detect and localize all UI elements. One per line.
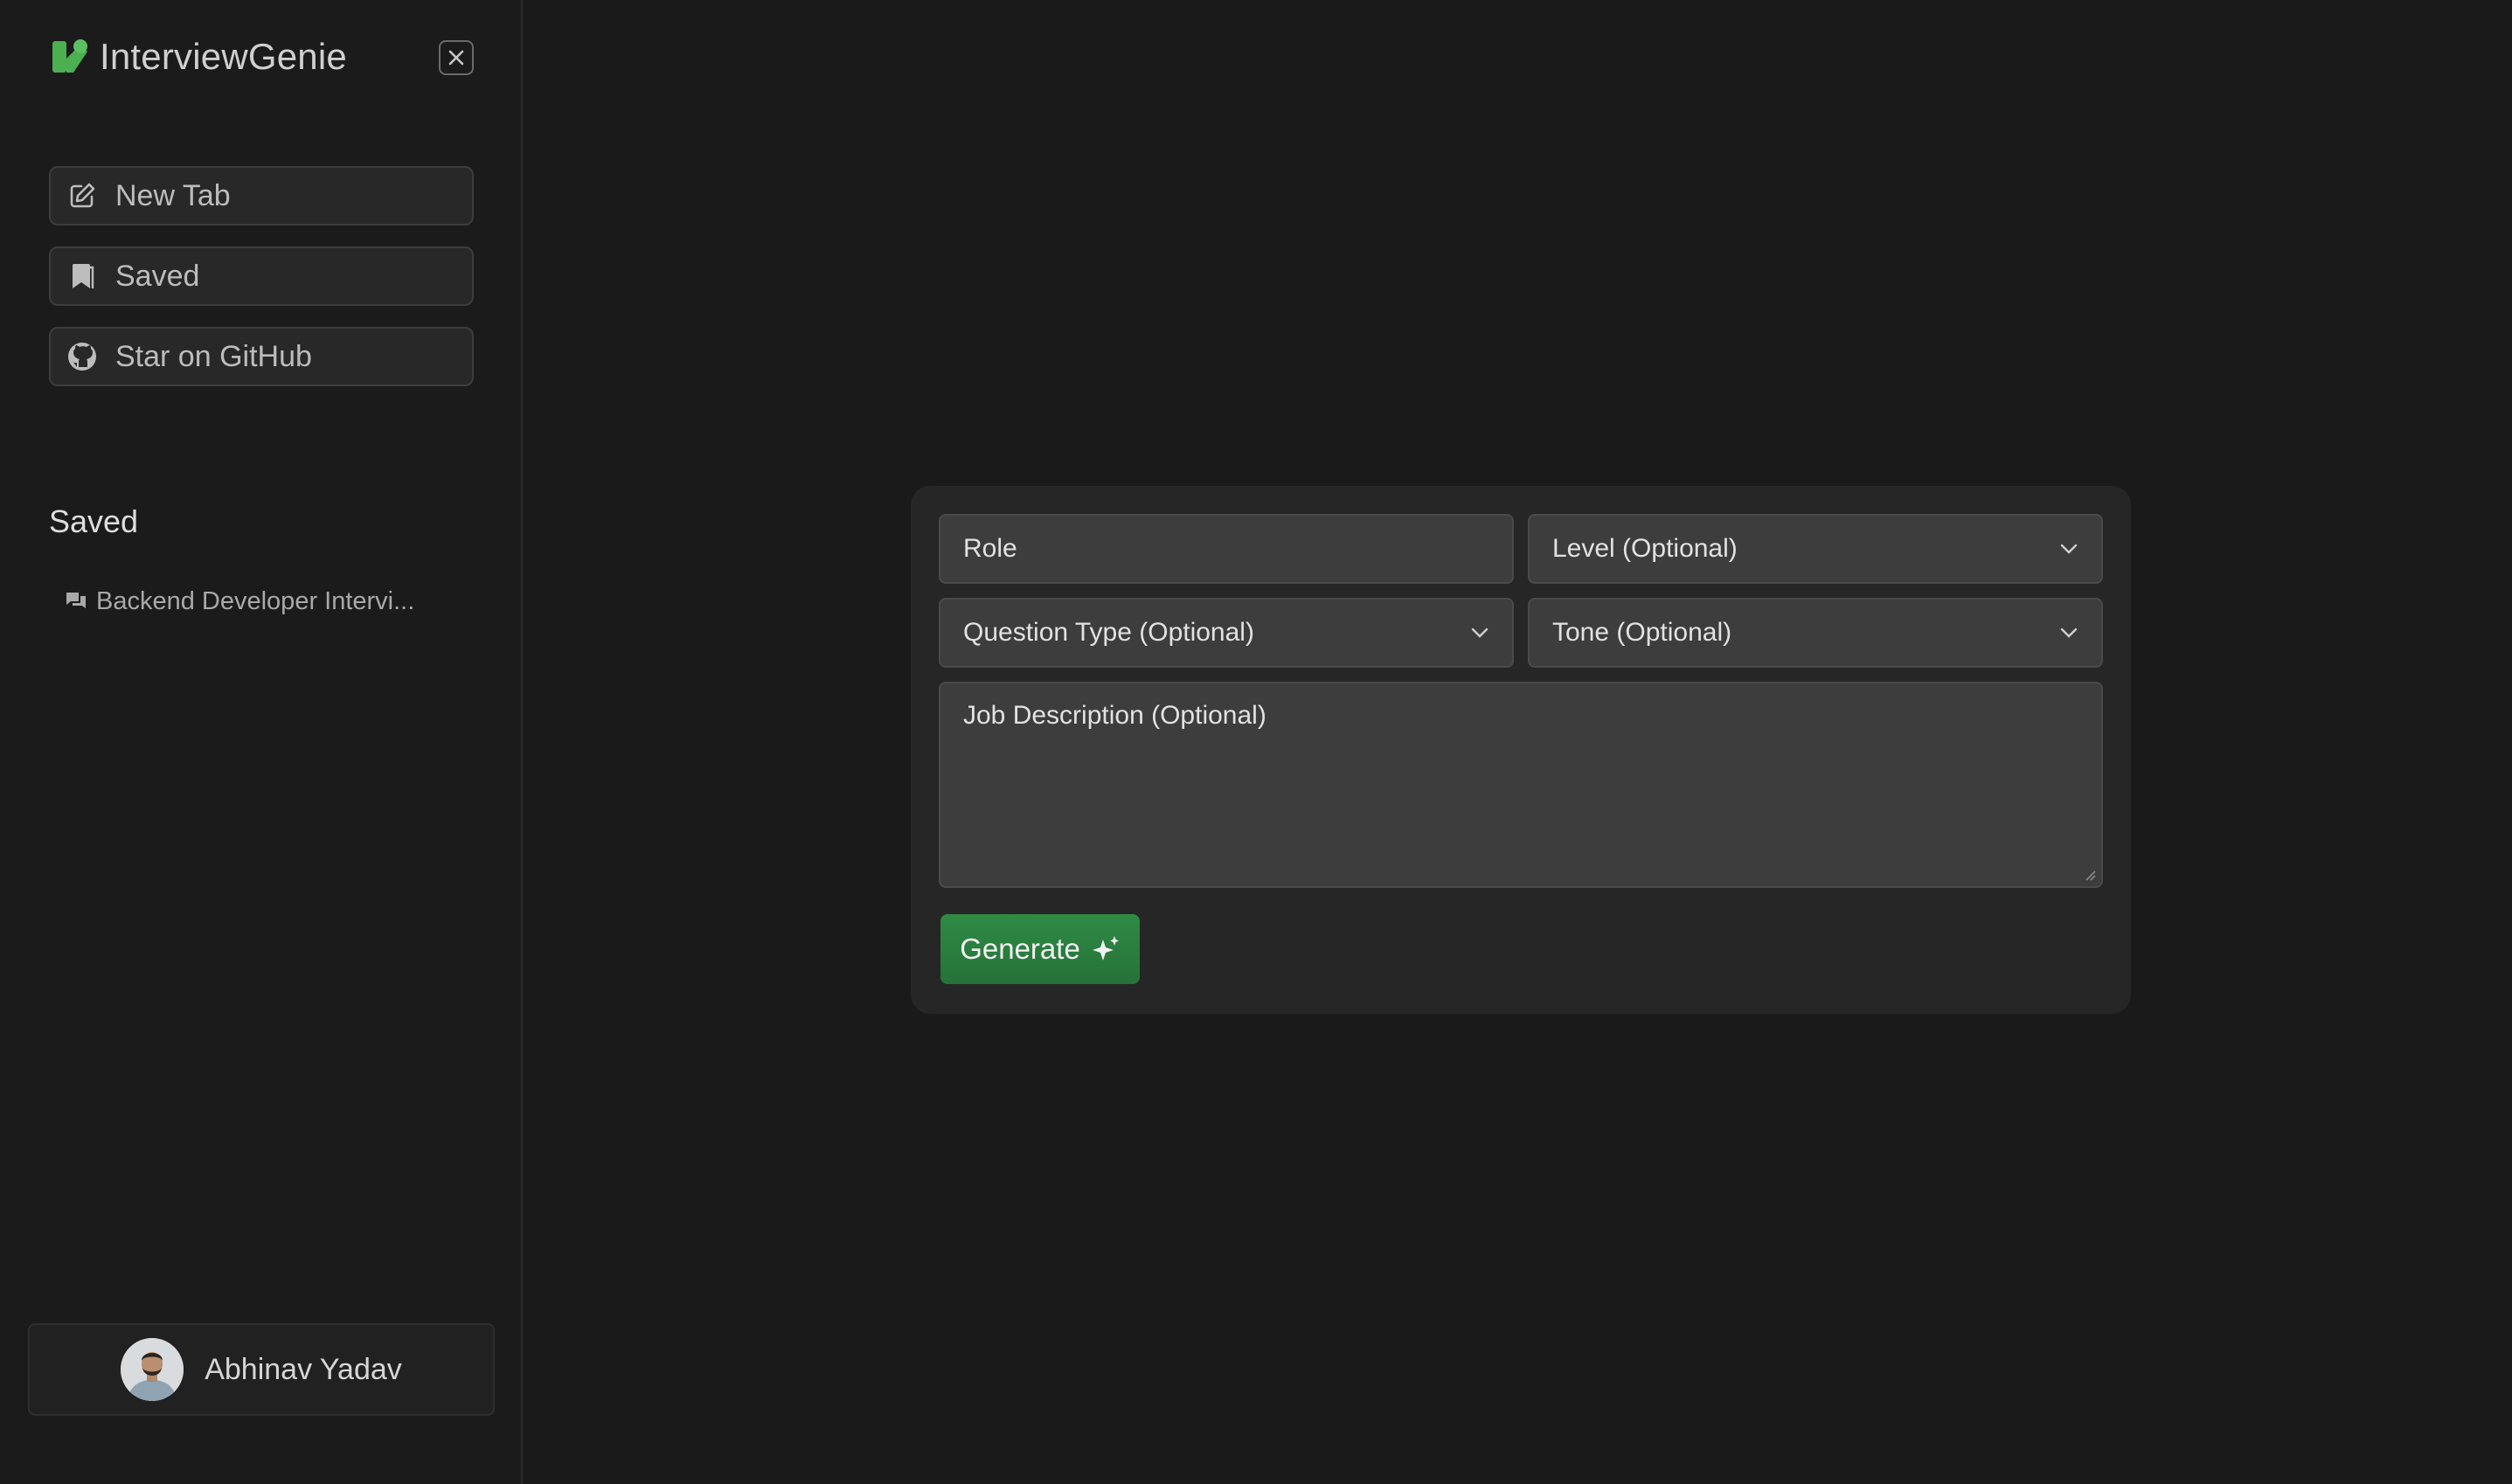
generate-button[interactable]: Generate [940,914,1140,984]
star-on-github-label: Star on GitHub [115,339,312,373]
saved-item[interactable]: Backend Developer Intervi... [65,584,414,619]
brand[interactable]: InterviewGenie [51,35,347,79]
sparkles-icon [1092,936,1119,960]
question-type-placeholder: Question Type (Optional) [963,618,1254,647]
chevron-down-icon [1471,628,1488,638]
generate-label: Generate [960,933,1080,965]
close-sidebar-button[interactable] [439,40,474,75]
new-tab-button[interactable]: New Tab [49,166,474,225]
logo-shapes-icon [52,39,87,73]
role-input[interactable]: Role [939,514,1514,584]
saved-section-heading: Saved [49,503,139,539]
github-icon [66,341,98,372]
level-select[interactable]: Level (Optional) [1528,514,2103,584]
saved-item-label: Backend Developer Intervi... [96,586,415,615]
brand-name: InterviewGenie [100,36,347,77]
resize-handle-icon[interactable] [2084,869,2096,881]
tone-placeholder: Tone (Optional) [1552,618,1732,647]
generator-form-card: Role Level (Optional) Question Type (Opt… [911,486,2131,1014]
new-tab-label: New Tab [115,178,231,212]
user-name: Abhinav Yadav [205,1352,402,1386]
close-icon [448,50,464,66]
level-placeholder: Level (Optional) [1552,534,1738,563]
sidebar: InterviewGenie New Tab Saved Star on Git… [0,0,523,1484]
question-type-select[interactable]: Question Type (Optional) [939,598,1514,668]
chevron-down-icon [2060,628,2078,638]
star-on-github-button[interactable]: Star on GitHub [49,327,474,386]
saved-label: Saved [115,259,200,293]
chat-icon [66,593,86,608]
avatar [121,1338,184,1401]
edit-icon [66,180,98,212]
bookmark-icon [66,260,98,292]
app-root: InterviewGenie New Tab Saved Star on Git… [0,0,2512,1484]
job-description-placeholder: Job Description (Optional) [963,701,1266,730]
user-profile-card[interactable]: Abhinav Yadav [28,1323,495,1416]
tone-select[interactable]: Tone (Optional) [1528,598,2103,668]
role-placeholder: Role [963,534,1017,563]
chevron-down-icon [2060,544,2078,554]
job-description-textarea[interactable]: Job Description (Optional) [939,682,2103,888]
saved-button[interactable]: Saved [49,246,474,306]
